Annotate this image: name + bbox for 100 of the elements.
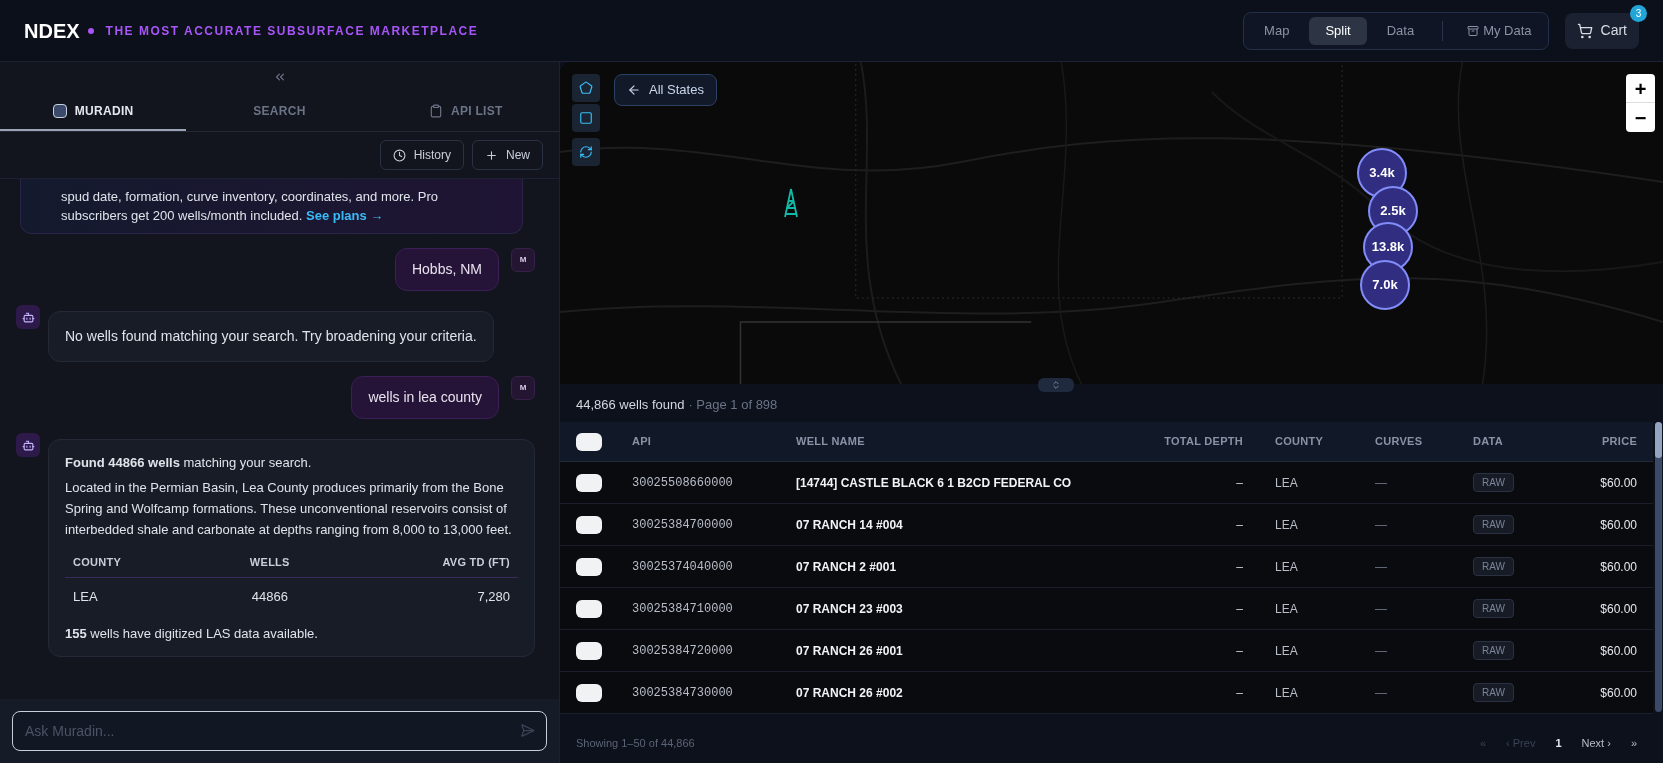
table-cell: LEA bbox=[65, 577, 208, 615]
total-depth: – bbox=[1236, 559, 1243, 574]
panel-tab[interactable]: API LIST bbox=[372, 92, 559, 131]
checkbox[interactable] bbox=[576, 683, 602, 702]
see-plans-link[interactable]: See plans → bbox=[306, 208, 384, 223]
api-number: 30025384730000 bbox=[632, 686, 733, 700]
plus-icon bbox=[485, 148, 498, 162]
price: $60.00 bbox=[1600, 559, 1637, 574]
checkbox[interactable] bbox=[576, 515, 602, 534]
county: LEA bbox=[1275, 475, 1298, 490]
well-name[interactable]: 07 RANCH 26 #002 bbox=[796, 685, 903, 700]
arrow-left-icon bbox=[627, 83, 641, 97]
user-message: Hobbs, NM bbox=[394, 248, 499, 291]
table-header: WELLS bbox=[207, 548, 332, 578]
well-name[interactable]: 07 RANCH 26 #001 bbox=[796, 643, 903, 658]
refresh-icon bbox=[579, 145, 593, 159]
total-depth: – bbox=[1236, 601, 1243, 616]
checkbox[interactable] bbox=[576, 473, 602, 492]
column-header[interactable]: WELL NAME bbox=[796, 435, 865, 448]
data-tag: RAW bbox=[1473, 515, 1514, 534]
my-data-button[interactable]: My Data bbox=[1455, 16, 1544, 45]
chat-input[interactable]: Ask Muradin... bbox=[12, 711, 547, 751]
county: LEA bbox=[1275, 643, 1298, 658]
checkbox[interactable] bbox=[576, 641, 602, 660]
showing-range: Showing 1–50 of 44,866 bbox=[576, 735, 695, 751]
api-number: 30025384720000 bbox=[632, 644, 733, 658]
data-tag: RAW bbox=[1473, 473, 1514, 492]
column-header[interactable]: PRICE bbox=[1602, 435, 1637, 448]
user-avatar: M bbox=[511, 376, 535, 400]
promo-text: spud date, formation, curve inventory, coordinates, and more. Pro subscribers get 200 wells/month included. See plans → bbox=[61, 188, 439, 225]
new-button[interactable]: New bbox=[472, 140, 543, 170]
refresh-button[interactable] bbox=[572, 138, 600, 166]
next-page-link[interactable]: Next › bbox=[1581, 734, 1611, 752]
page-number[interactable]: 1 bbox=[1555, 734, 1562, 752]
draw-rectangle-button[interactable] bbox=[572, 104, 600, 132]
price: $60.00 bbox=[1600, 643, 1637, 658]
column-header[interactable]: DATA bbox=[1473, 435, 1504, 448]
last-page-link[interactable]: » bbox=[1630, 734, 1637, 752]
table-header: AVG TD (FT) bbox=[331, 548, 518, 578]
checkbox[interactable] bbox=[576, 432, 602, 451]
curves: — bbox=[1375, 559, 1387, 574]
user-avatar: M bbox=[511, 248, 535, 272]
assistant-message: No wells found matching your search. Try broadening your criteria. bbox=[48, 311, 494, 362]
curves: — bbox=[1375, 601, 1387, 616]
panel-tab[interactable]: MURADIN bbox=[0, 92, 187, 131]
well-name[interactable]: 07 RANCH 23 #003 bbox=[796, 601, 903, 616]
price: $60.00 bbox=[1600, 601, 1637, 616]
bot-avatar bbox=[16, 433, 40, 457]
history-button[interactable]: History bbox=[379, 140, 464, 170]
total-depth: – bbox=[1236, 517, 1243, 532]
resize-handle[interactable] bbox=[1038, 378, 1074, 392]
api-number: 30025384710000 bbox=[632, 602, 733, 616]
scrollbar-thumb[interactable] bbox=[1655, 422, 1662, 458]
view-tab[interactable]: Split bbox=[1309, 16, 1367, 45]
data-tag: RAW bbox=[1473, 683, 1514, 702]
data-tag: RAW bbox=[1473, 557, 1514, 576]
zoom-in-button[interactable]: + bbox=[1626, 74, 1655, 103]
api-number: 30025374040000 bbox=[632, 560, 733, 574]
checkbox[interactable] bbox=[576, 557, 602, 576]
view-tab[interactable]: Map bbox=[1248, 16, 1306, 45]
clock-icon bbox=[392, 148, 406, 162]
message-paragraph: Found 44866 wells matching your search. bbox=[65, 454, 313, 472]
avatar-icon bbox=[52, 103, 67, 118]
view-tab[interactable]: Data bbox=[1370, 16, 1431, 45]
clipboard-icon bbox=[428, 103, 443, 118]
total-depth: – bbox=[1236, 475, 1243, 490]
square-icon bbox=[579, 111, 593, 125]
all-states-button[interactable]: All States bbox=[614, 74, 717, 106]
pentagon-icon bbox=[579, 81, 593, 95]
zoom-out-button[interactable]: − bbox=[1626, 103, 1655, 132]
curves: — bbox=[1375, 517, 1387, 532]
archive-icon bbox=[1467, 24, 1480, 37]
tagline: THE MOST ACCURATE SUBSURFACE MARKETPLACE bbox=[105, 22, 479, 40]
price: $60.00 bbox=[1600, 475, 1637, 490]
well-name[interactable]: 07 RANCH 14 #004 bbox=[796, 517, 903, 532]
table-header: COUNTY bbox=[65, 548, 208, 578]
panel-tab[interactable]: SEARCH bbox=[186, 92, 373, 131]
curves: — bbox=[1375, 475, 1387, 490]
data-tag: RAW bbox=[1473, 641, 1514, 660]
results-count: 44,866 wells found bbox=[576, 396, 685, 415]
price: $60.00 bbox=[1600, 685, 1637, 700]
data-tag: RAW bbox=[1473, 599, 1514, 618]
cart-count: 3 bbox=[1630, 4, 1647, 22]
column-header[interactable]: CURVES bbox=[1375, 435, 1423, 448]
page-info: · Page 1 of 898 bbox=[688, 396, 778, 415]
draw-polygon-button[interactable] bbox=[572, 74, 600, 102]
well-name[interactable]: 07 RANCH 2 #001 bbox=[796, 559, 897, 574]
well-name[interactable]: [14744] CASTLE BLACK 6 1 B2CD FEDERAL CO bbox=[796, 475, 1072, 490]
table-cell: 44866 bbox=[207, 577, 332, 615]
table-cell: 7,280 bbox=[331, 577, 518, 615]
logo[interactable]: NDEX bbox=[24, 15, 80, 46]
checkbox[interactable] bbox=[576, 599, 602, 618]
message-footnote: 155 wells have digitized LAS data available. bbox=[65, 625, 319, 643]
column-header[interactable]: COUNTY bbox=[1275, 435, 1324, 448]
column-header[interactable]: TOTAL DEPTH bbox=[1164, 435, 1243, 448]
column-header[interactable]: API bbox=[632, 435, 652, 448]
curves: — bbox=[1375, 685, 1387, 700]
price: $60.00 bbox=[1600, 517, 1637, 532]
county: LEA bbox=[1275, 601, 1298, 616]
message-paragraph: Located in the Permian Basin, Lea County produces primarily from the Bone Spring and Wolfcamp formations. These unconventional reservoirs consist of interbedded shale and carbonate at depths ranging from 8,000 to 13,000 feet. bbox=[65, 479, 513, 539]
